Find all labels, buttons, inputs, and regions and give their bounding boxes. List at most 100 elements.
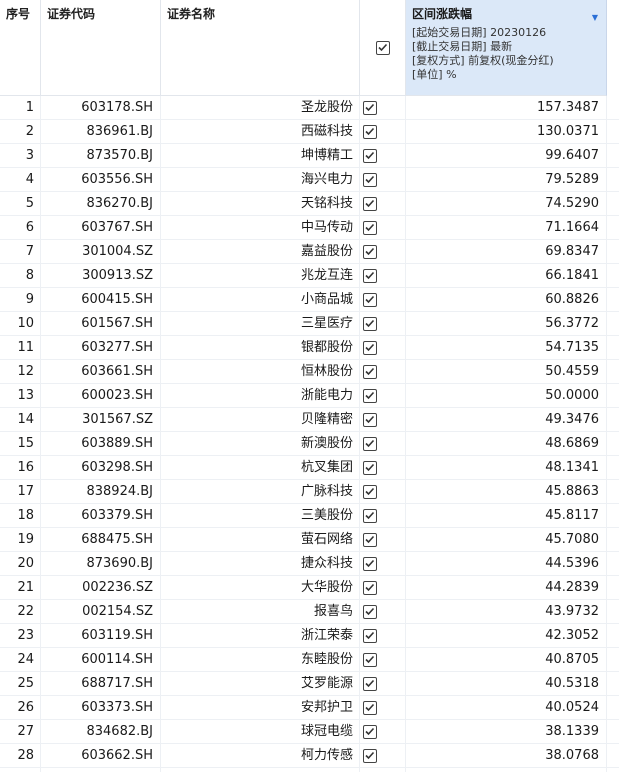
- row-checkbox[interactable]: [363, 749, 377, 763]
- row-code: 836961.BJ: [86, 124, 153, 139]
- table-row[interactable]: 5 836270.BJ 天铭科技 74.5290: [0, 192, 619, 216]
- row-checkbox-cell: [360, 240, 406, 264]
- check-icon: [365, 175, 375, 184]
- select-all-checkbox[interactable]: [376, 41, 390, 55]
- table-row[interactable]: 26 603373.SH 安邦护卫 40.0524: [0, 696, 619, 720]
- row-checkbox[interactable]: [363, 197, 377, 211]
- table-row[interactable]: 9 600415.SH 小商品城 60.8826: [0, 288, 619, 312]
- row-checkbox[interactable]: [363, 485, 377, 499]
- row-range-change: 49.3476: [545, 412, 599, 427]
- row-checkbox[interactable]: [363, 653, 377, 667]
- check-icon: [365, 271, 375, 280]
- check-icon: [365, 703, 375, 712]
- row-checkbox[interactable]: [363, 509, 377, 523]
- row-checkbox[interactable]: [363, 245, 377, 259]
- table-row[interactable]: 22 002154.SZ 报喜鸟 43.9732: [0, 600, 619, 624]
- row-checkbox[interactable]: [363, 605, 377, 619]
- check-icon: [365, 295, 375, 304]
- header-range-title: 区间涨跌幅: [412, 7, 473, 21]
- row-checkbox-cell: [360, 720, 406, 744]
- row-code: 300913.SZ: [82, 268, 153, 283]
- row-range-change: 42.3052: [545, 628, 599, 643]
- row-name: 三星医疗: [300, 316, 353, 331]
- row-code: 600415.SH: [81, 292, 153, 307]
- row-checkbox[interactable]: [363, 581, 377, 595]
- row-code: 873570.BJ: [86, 148, 153, 163]
- table-row[interactable]: 24 600114.SH 东睦股份 40.8705: [0, 648, 619, 672]
- row-checkbox-cell: [360, 288, 406, 312]
- table-row[interactable]: 8 300913.SZ 兆龙互连 66.1841: [0, 264, 619, 288]
- row-seq: 13: [17, 388, 34, 403]
- sort-desc-icon[interactable]: ▼: [592, 13, 598, 22]
- table-row[interactable]: 16 603298.SH 杭叉集团 48.1341: [0, 456, 619, 480]
- row-checkbox-cell: [360, 576, 406, 600]
- table-row[interactable]: 1 603178.SH 圣龙股份 157.3487: [0, 96, 619, 120]
- table-row[interactable]: 19 688475.SH 萤石网络 45.7080: [0, 528, 619, 552]
- table-row[interactable]: 13 600023.SH 浙能电力 50.0000: [0, 384, 619, 408]
- row-checkbox-cell: [360, 744, 406, 768]
- header-name-label: 证券名称: [167, 7, 216, 21]
- table-row[interactable]: 21 002236.SZ 大华股份 44.2839: [0, 576, 619, 600]
- row-checkbox[interactable]: [363, 365, 377, 379]
- header-seq[interactable]: 序号: [0, 0, 41, 96]
- table-row[interactable]: 7 301004.SZ 嘉益股份 69.8347: [0, 240, 619, 264]
- table-row[interactable]: 27 834682.BJ 球冠电缆 38.1339: [0, 720, 619, 744]
- row-checkbox[interactable]: [363, 701, 377, 715]
- row-checkbox[interactable]: [363, 461, 377, 475]
- row-seq: 18: [17, 508, 34, 523]
- row-checkbox[interactable]: [363, 533, 377, 547]
- row-checkbox[interactable]: [363, 125, 377, 139]
- row-checkbox[interactable]: [363, 293, 377, 307]
- row-checkbox[interactable]: [363, 101, 377, 115]
- row-name: 海兴电力: [300, 172, 353, 187]
- row-checkbox[interactable]: [363, 221, 377, 235]
- row-range-change: 66.1841: [545, 268, 599, 283]
- table-row[interactable]: 25 688717.SH 艾罗能源 40.5318: [0, 672, 619, 696]
- row-checkbox[interactable]: [363, 341, 377, 355]
- table-row[interactable]: 3 873570.BJ 坤博精工 99.6407: [0, 144, 619, 168]
- row-checkbox-cell: [360, 432, 406, 456]
- row-range-change: 56.3772: [545, 316, 599, 331]
- row-name: 中马传动: [300, 220, 353, 235]
- table-row[interactable]: 10 601567.SH 三星医疗 56.3772: [0, 312, 619, 336]
- table-row[interactable]: 6 603767.SH 中马传动 71.1664: [0, 216, 619, 240]
- header-range-change[interactable]: 区间涨跌幅 ▼ [起始交易日期] 20230126 [截止交易日期] 最新 [复…: [406, 0, 607, 96]
- header-code[interactable]: 证券代码: [41, 0, 161, 96]
- row-checkbox[interactable]: [363, 317, 377, 331]
- table-row[interactable]: 23 603119.SH 浙江荣泰 42.3052: [0, 624, 619, 648]
- table-row[interactable]: 20 873690.BJ 捷众科技 44.5396: [0, 552, 619, 576]
- row-range-change: 54.7135: [545, 340, 599, 355]
- table-row[interactable]: 4 603556.SH 海兴电力 79.5289: [0, 168, 619, 192]
- row-checkbox[interactable]: [363, 389, 377, 403]
- table-row[interactable]: 28 603662.SH 柯力传感 38.0768: [0, 744, 619, 768]
- table-row[interactable]: 2 836961.BJ 西磁科技 130.0371: [0, 120, 619, 144]
- row-checkbox[interactable]: [363, 557, 377, 571]
- row-checkbox[interactable]: [363, 437, 377, 451]
- row-name: 柯力传感: [300, 748, 353, 763]
- row-seq: 23: [17, 628, 34, 643]
- row-name: 广脉科技: [300, 484, 353, 499]
- row-range-change: 74.5290: [545, 196, 599, 211]
- row-checkbox[interactable]: [363, 149, 377, 163]
- row-checkbox[interactable]: [363, 677, 377, 691]
- table-row[interactable]: 11 603277.SH 银都股份 54.7135: [0, 336, 619, 360]
- table-row[interactable]: 15 603889.SH 新澳股份 48.6869: [0, 432, 619, 456]
- row-checkbox[interactable]: [363, 725, 377, 739]
- table-row[interactable]: 14 301567.SZ 贝隆精密 49.3476: [0, 408, 619, 432]
- table-row[interactable]: 12 603661.SH 恒林股份 50.4559: [0, 360, 619, 384]
- row-checkbox[interactable]: [363, 173, 377, 187]
- row-range-change: 157.3487: [536, 100, 599, 115]
- row-checkbox-cell: [360, 168, 406, 192]
- row-checkbox[interactable]: [363, 629, 377, 643]
- header-name[interactable]: 证券名称: [161, 0, 360, 96]
- row-range-change: 79.5289: [545, 172, 599, 187]
- table-row[interactable]: 18 603379.SH 三美股份 45.8117: [0, 504, 619, 528]
- table-row[interactable]: 17 838924.BJ 广脉科技 45.8863: [0, 480, 619, 504]
- row-name: 报喜鸟: [313, 604, 353, 619]
- row-checkbox[interactable]: [363, 269, 377, 283]
- check-icon: [365, 607, 375, 616]
- check-icon: [365, 535, 375, 544]
- row-code: 603298.SH: [81, 460, 153, 475]
- header-code-label: 证券代码: [47, 7, 96, 21]
- row-checkbox[interactable]: [363, 413, 377, 427]
